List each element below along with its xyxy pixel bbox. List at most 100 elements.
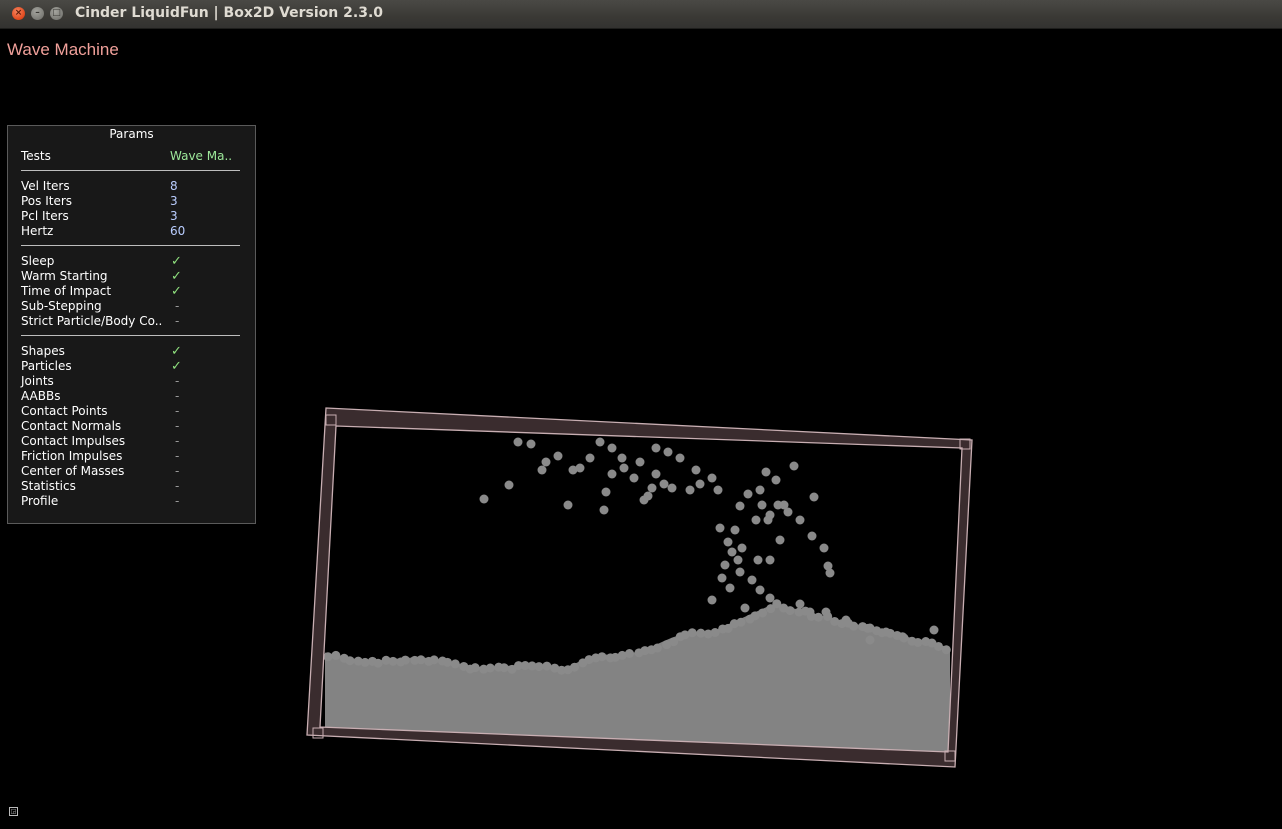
particle [450, 659, 460, 669]
particle [667, 483, 677, 493]
particle [479, 494, 489, 504]
toggle-label: Statistics [21, 479, 76, 493]
checkmark-icon[interactable]: ✓ [171, 359, 182, 374]
particle [585, 453, 595, 463]
toggle-row[interactable]: Joints - [21, 374, 241, 389]
toggle-row[interactable]: Sub-Stepping - [21, 299, 241, 314]
particle [805, 607, 815, 617]
off-dash-icon[interactable]: - [175, 434, 179, 449]
params-header: Params [109, 127, 154, 141]
particle [765, 593, 775, 603]
particle [659, 479, 669, 489]
param-tests-row[interactable]: Tests Wave Ma.. [21, 149, 241, 164]
particle [595, 437, 605, 447]
toggle-row[interactable]: Shapes ✓ [21, 344, 241, 359]
checkmark-icon[interactable]: ✓ [171, 344, 182, 359]
off-dash-icon[interactable]: - [175, 389, 179, 404]
particle [429, 655, 439, 665]
particle [619, 463, 629, 473]
particle [575, 463, 585, 473]
param-value[interactable]: 60 [170, 224, 185, 239]
particle [570, 662, 580, 672]
particle [599, 505, 609, 515]
particle [735, 567, 745, 577]
particle [563, 500, 573, 510]
particle [735, 501, 745, 511]
particle [763, 515, 773, 525]
particle [773, 500, 783, 510]
toggle-label: Center of Masses [21, 464, 125, 478]
param-row[interactable]: Vel Iters 8 [21, 179, 241, 194]
off-dash-icon[interactable]: - [175, 299, 179, 314]
particle [629, 473, 639, 483]
checkmark-icon[interactable]: ✓ [171, 284, 182, 299]
toggle-row[interactable]: Strict Particle/Body Co.. - [21, 314, 241, 329]
toggle-row[interactable]: Contact Impulses - [21, 434, 241, 449]
separator [21, 245, 240, 246]
particle [541, 457, 551, 467]
particle [730, 525, 740, 535]
param-label: Vel Iters [21, 179, 70, 193]
particle [617, 453, 627, 463]
particle [881, 627, 891, 637]
params-panel[interactable]: Params Tests Wave Ma.. Vel Iters 8 Pos It… [7, 125, 256, 524]
particle [761, 467, 771, 477]
off-dash-icon[interactable]: - [175, 479, 179, 494]
toggle-row[interactable]: Friction Impulses - [21, 449, 241, 464]
toggle-row[interactable]: AABBs - [21, 389, 241, 404]
toggle-row[interactable]: Center of Masses - [21, 464, 241, 479]
particle [753, 555, 763, 565]
off-dash-icon[interactable]: - [175, 374, 179, 389]
toggle-row[interactable]: Time of Impact ✓ [21, 284, 241, 299]
particle [651, 469, 661, 479]
param-value[interactable]: 8 [170, 179, 178, 194]
particle [713, 485, 723, 495]
toggle-row[interactable]: Profile - [21, 494, 241, 509]
particle [416, 655, 426, 665]
toggle-row[interactable]: Sleep ✓ [21, 254, 241, 269]
particle [807, 531, 817, 541]
resize-grip-icon[interactable]: ◲ [9, 807, 18, 816]
off-dash-icon[interactable]: - [175, 494, 179, 509]
particle [758, 608, 768, 618]
checkmark-icon[interactable]: ✓ [171, 269, 182, 284]
particle [783, 507, 793, 517]
toggle-label: Contact Normals [21, 419, 122, 433]
param-value[interactable]: 3 [170, 194, 178, 209]
particle [841, 615, 851, 625]
param-value[interactable]: 3 [170, 209, 178, 224]
tests-dropdown[interactable]: Wave Ma.. [170, 149, 232, 164]
demo-title: Wave Machine [7, 40, 119, 59]
particle [913, 637, 923, 647]
toggle-row[interactable]: Warm Starting ✓ [21, 269, 241, 284]
toggle-row[interactable]: Statistics - [21, 479, 241, 494]
particle [504, 480, 514, 490]
toggle-label: Friction Impulses [21, 449, 123, 463]
off-dash-icon[interactable]: - [175, 404, 179, 419]
particle [639, 495, 649, 505]
param-row[interactable]: Pcl Iters 3 [21, 209, 241, 224]
particle [747, 575, 757, 585]
off-dash-icon[interactable]: - [175, 314, 179, 329]
toggle-row[interactable]: Particles ✓ [21, 359, 241, 374]
param-row[interactable]: Hertz 60 [21, 224, 241, 239]
particle [717, 573, 727, 583]
particle [499, 663, 509, 673]
particle [740, 603, 750, 613]
particle [373, 658, 383, 668]
particle [691, 465, 701, 475]
off-dash-icon[interactable]: - [175, 464, 179, 479]
toggle-label: Sub-Stepping [21, 299, 102, 313]
off-dash-icon[interactable]: - [175, 419, 179, 434]
toggle-label: Shapes [21, 344, 65, 358]
param-label: Tests [21, 149, 51, 163]
particle [727, 547, 737, 557]
off-dash-icon[interactable]: - [175, 449, 179, 464]
particle [388, 656, 398, 666]
particle [755, 585, 765, 595]
checkmark-icon[interactable]: ✓ [171, 254, 182, 269]
toggle-row[interactable]: Contact Points - [21, 404, 241, 419]
particle [825, 568, 835, 578]
param-row[interactable]: Pos Iters 3 [21, 194, 241, 209]
toggle-row[interactable]: Contact Normals - [21, 419, 241, 434]
